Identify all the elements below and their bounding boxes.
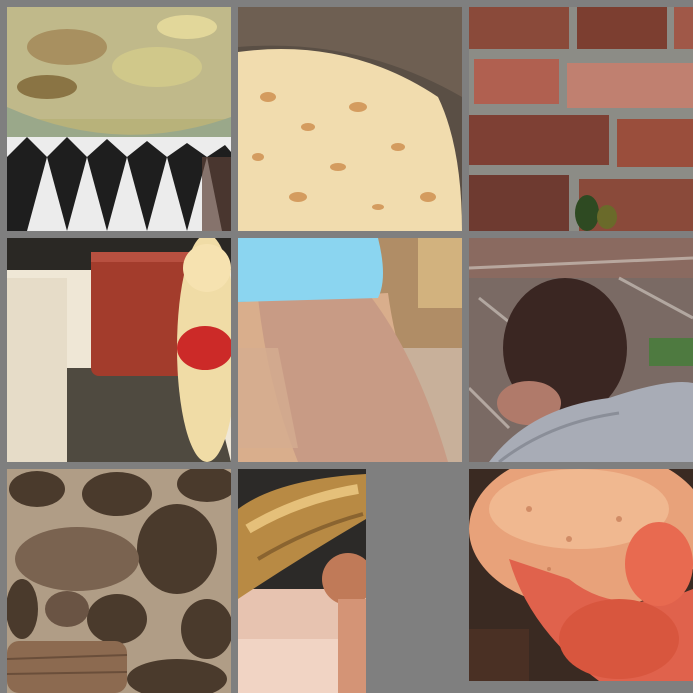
tile-cake: [7, 238, 231, 462]
child-image: [469, 238, 693, 462]
tile-casserole: [7, 7, 231, 231]
cookie-image: [469, 469, 693, 681]
breadstick-image: [238, 469, 366, 693]
tile-stone-wall: [7, 469, 231, 693]
tile-cookie: [469, 469, 693, 681]
tile-flatbread: [238, 7, 462, 231]
stone-wall-image: [7, 469, 231, 693]
flatbread-image: [238, 7, 462, 231]
tile-breadstick: [238, 469, 366, 693]
tile-child: [469, 238, 693, 462]
tile-arm: [238, 238, 462, 462]
casserole-image: [7, 7, 231, 231]
brick-wall-image: [469, 7, 693, 231]
tile-brick-wall: [469, 7, 693, 231]
image-grid: [0, 0, 693, 693]
cake-image: [7, 238, 231, 462]
arm-image: [238, 238, 462, 462]
